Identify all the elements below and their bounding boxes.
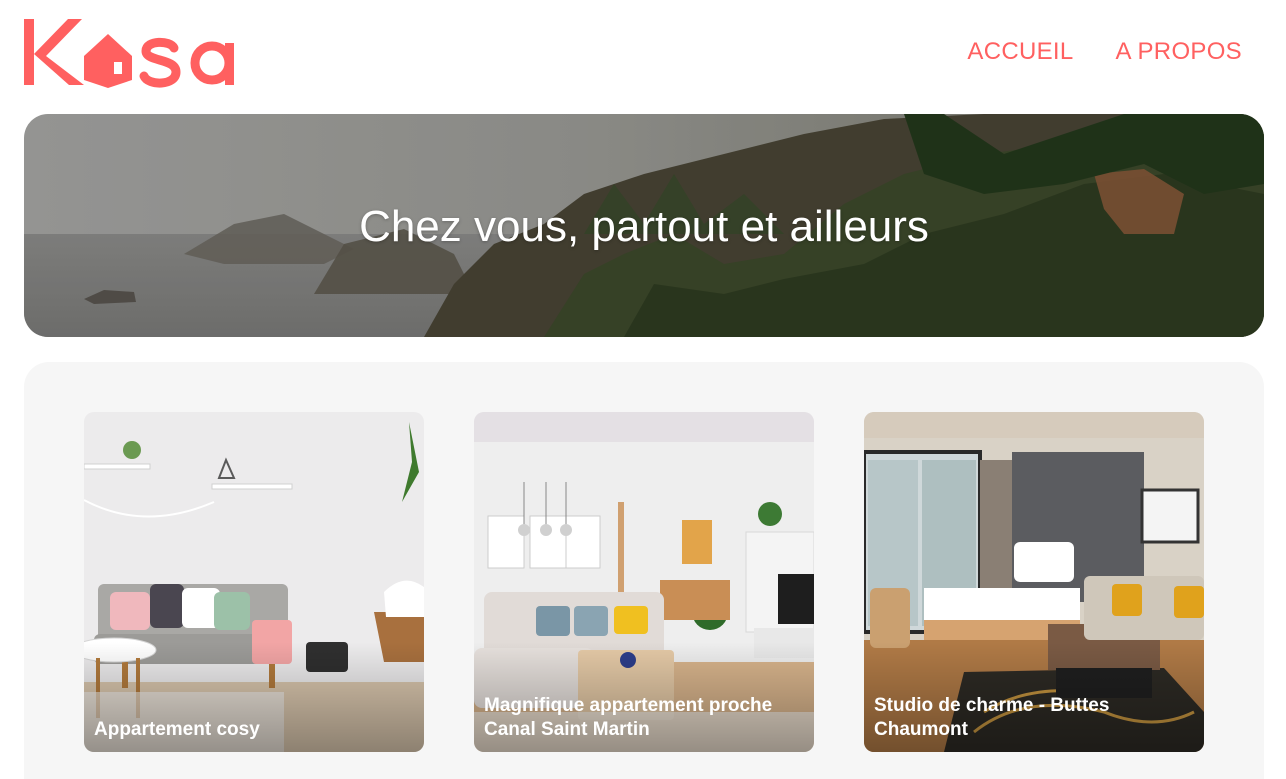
hero-banner: Chez vous, partout et ailleurs: [24, 114, 1264, 337]
kasa-logo[interactable]: [24, 16, 239, 92]
main-nav: ACCUEIL A PROPOS: [967, 38, 1242, 66]
nav-link-accueil[interactable]: ACCUEIL: [967, 38, 1073, 66]
nav-link-a-propos[interactable]: A PROPOS: [1116, 38, 1242, 66]
listing-title: Magnifique appartement proche Canal Sain…: [484, 695, 773, 740]
listing-title: Studio de charme - Buttes Chaumont: [874, 695, 1110, 740]
banner-title: Chez vous, partout et ailleurs: [359, 202, 929, 251]
listing-card[interactable]: Studio de charme - Buttes Chaumont: [864, 412, 1204, 752]
listing-card[interactable]: Magnifique appartement proche Canal Sain…: [474, 412, 814, 752]
listing-title: Appartement cosy: [94, 719, 260, 740]
header: ACCUEIL A PROPOS: [24, 16, 1264, 92]
listing-card[interactable]: Appartement cosy: [84, 412, 424, 752]
listings-gallery: Appartement cosy Magnifique appartement …: [24, 362, 1264, 779]
